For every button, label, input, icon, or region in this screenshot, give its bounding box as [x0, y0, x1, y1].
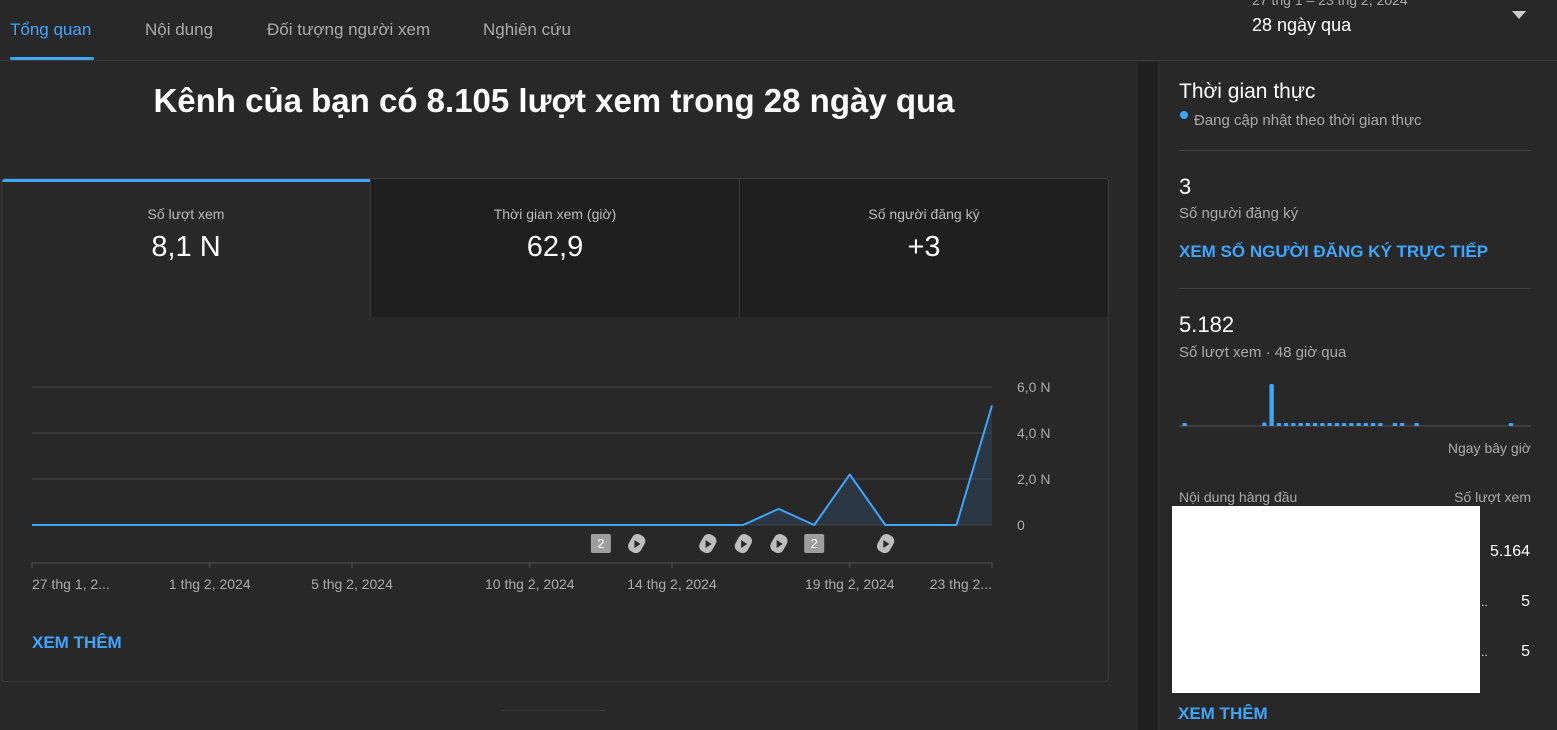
panel-gutter [1138, 62, 1158, 730]
realtime-view-label: Số lượt xem · 48 giờ qua [1179, 344, 1347, 361]
now-label: Ngay bây giờ [1447, 440, 1531, 456]
series-area [32, 405, 992, 525]
realtime-see-more-link[interactable]: XEM THÊM [1178, 704, 1268, 724]
overview-card: Số lượt xem 8,1 N Thời gian xem (giờ) 62… [1, 178, 1109, 682]
realtime-subtitle: Đang cập nhật theo thời gian thực [1194, 112, 1422, 129]
x-tick-label: 1 thg 2, 2024 [169, 576, 251, 592]
mini-bar [1363, 423, 1369, 426]
x-tick-label: 23 thg 2... [930, 576, 992, 592]
top-tab-bar: Tổng quan Nội dung Đối tượng người xem N… [0, 0, 1557, 61]
realtime-view-count: 5.182 [1179, 312, 1235, 337]
y-tick-label: 2,0 N [1017, 471, 1050, 487]
top-content-list[interactable] [1172, 506, 1480, 693]
live-subscriber-link[interactable]: XEM SỐ NGƯỜI ĐĂNG KÝ TRỰC TIẾP [1179, 242, 1488, 262]
y-tick-label: 0 [1017, 517, 1025, 533]
realtime-subscriber-count: 3 [1179, 174, 1192, 199]
chevron-down-icon[interactable] [1512, 11, 1526, 19]
mini-bar [1370, 423, 1376, 426]
mini-bar [1341, 423, 1347, 426]
live-dot-icon [1180, 111, 1188, 119]
realtime-subscriber-label: Số người đăng ký [1179, 205, 1299, 222]
mini-bar [1392, 423, 1398, 426]
x-tick-label: 27 thg 1, 2... [32, 576, 110, 592]
truncation-marker: .. [1481, 645, 1488, 659]
divider [1179, 150, 1531, 151]
mini-bar [1312, 423, 1318, 426]
mini-bar [1349, 423, 1354, 426]
top-content-header: Nội dung hàng đầu [1179, 489, 1298, 505]
divider [1179, 288, 1531, 289]
upload-count-label: 2 [597, 536, 604, 551]
y-tick-label: 4,0 N [1017, 425, 1050, 441]
mini-bar [1356, 423, 1361, 426]
mini-bar [1327, 423, 1332, 426]
mini-bar [1291, 423, 1296, 426]
top-content-views: 5.164 [1489, 543, 1530, 560]
x-tick-label: 10 thg 2, 2024 [485, 576, 575, 592]
top-content-views: 5 [1521, 593, 1530, 610]
see-more-link[interactable]: XEM THÊM [32, 633, 122, 653]
mini-bar [1334, 423, 1340, 426]
mini-bar [1508, 423, 1514, 426]
mini-bar [1305, 423, 1311, 426]
mini-bar [1320, 423, 1325, 426]
tab-content[interactable]: Nội dung [145, 20, 213, 40]
tab-audience[interactable]: Đối tượng người xem [267, 20, 430, 40]
x-tick-label: 14 thg 2, 2024 [627, 576, 717, 592]
mini-bar [1399, 423, 1405, 426]
mini-bar [1298, 423, 1303, 426]
page-headline: Kênh của bạn có 8.105 lượt xem trong 28 … [153, 82, 955, 119]
realtime-bar-chart[interactable] [1179, 380, 1531, 432]
views-line-chart[interactable]: 6,0 N 4,0 N 2,0 N 0 27 thg 1, 2... 1 thg 2, 2… [2, 179, 1108, 679]
mini-bar [1262, 422, 1267, 426]
realtime-title: Thời gian thực [1179, 80, 1316, 103]
divider [502, 710, 605, 711]
views-column-header: Số lượt xem [1454, 489, 1531, 505]
x-tick-label: 19 thg 2, 2024 [805, 576, 895, 592]
y-tick-label: 6,0 N [1017, 379, 1050, 395]
mini-bar [1276, 423, 1282, 426]
mini-bar [1182, 423, 1187, 426]
date-period-label[interactable]: 28 ngày qua [1252, 15, 1351, 36]
active-tab-indicator [10, 57, 94, 60]
mini-bar [1378, 423, 1383, 426]
mini-bar [1269, 384, 1274, 426]
tab-research[interactable]: Nghiên cứu [483, 20, 571, 40]
x-tick-label: 5 thg 2, 2024 [311, 576, 393, 592]
top-content-views: 5 [1521, 643, 1530, 660]
mini-bar [1283, 423, 1289, 426]
tab-overview[interactable]: Tổng quan [10, 20, 91, 40]
truncation-marker: .. [1481, 595, 1488, 609]
upload-count-label: 2 [811, 536, 818, 551]
mini-bar [1414, 423, 1419, 426]
date-range-text[interactable]: 27 thg 1 – 23 thg 2, 2024 [1252, 0, 1408, 8]
